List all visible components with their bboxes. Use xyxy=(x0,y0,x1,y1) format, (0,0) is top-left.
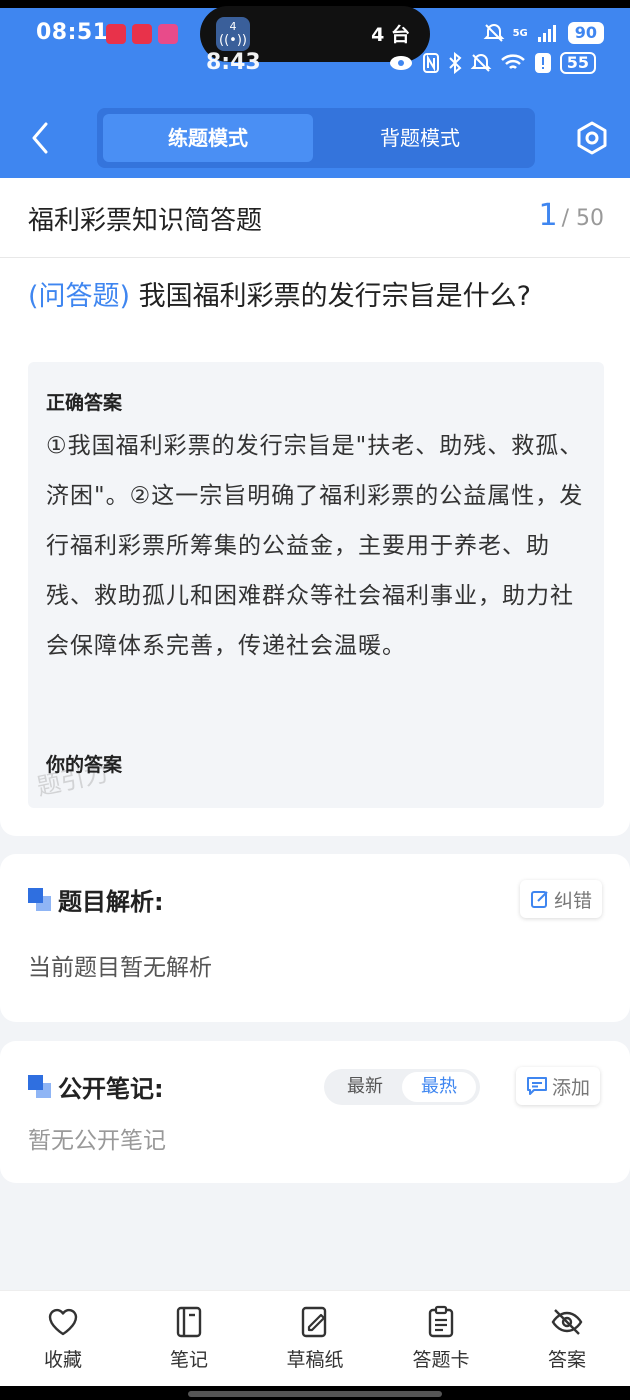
battery-indicator: 90 xyxy=(567,22,604,44)
question-card: (问答题) 我国福利彩票的发行宗旨是什么? 正确答案 ①我国福利彩票的发行宗旨是… xyxy=(0,258,630,836)
home-indicator-area xyxy=(0,1386,630,1400)
answer-sheet-button[interactable]: 答题卡 xyxy=(378,1291,504,1386)
settings-icon[interactable] xyxy=(574,120,610,156)
mode-switch: 练题模式 背题模式 xyxy=(97,108,535,168)
correct-answer-label: 正确答案 xyxy=(46,392,123,414)
island-badge: 4 xyxy=(229,20,237,33)
comment-icon xyxy=(527,1077,547,1095)
notes-sort-toggle: 最新 最热 xyxy=(324,1069,480,1105)
section-square-icon xyxy=(28,1075,52,1099)
secondary-status-icons: 55 xyxy=(388,52,596,74)
app-notification-icon xyxy=(132,24,152,44)
notebook-icon xyxy=(176,1306,202,1338)
show-answer-button[interactable]: 答案 xyxy=(504,1291,630,1386)
wifi-icon xyxy=(500,54,525,69)
signal-icon xyxy=(537,25,556,42)
status-right: 5G 90 xyxy=(483,22,604,44)
notes-title: 公开笔记: xyxy=(58,1075,164,1103)
favorite-label: 收藏 xyxy=(43,1349,82,1371)
report-error-label: 纠错 xyxy=(554,889,593,912)
question-counter: 1/ 50 xyxy=(539,198,605,233)
bottom-toolbar: 收藏 笔记 草稿纸 答题卡 答案 xyxy=(0,1290,630,1386)
status-time: 08:51 xyxy=(36,20,109,45)
secondary-status-bar: 8:43 55 xyxy=(0,50,630,80)
correct-answer-text: ①我国福利彩票的发行宗旨是"扶老、助残、救孤、济困"。②这一宗旨明确了福利彩票的… xyxy=(46,433,584,659)
analysis-empty-text: 当前题目暂无解析 xyxy=(28,955,212,981)
app-notification-icon xyxy=(158,24,178,44)
battery-indicator: 55 xyxy=(559,52,596,74)
answer-sheet-label: 答题卡 xyxy=(412,1349,470,1371)
notification-icons xyxy=(106,24,178,44)
question-body: 我国福利彩票的发行宗旨是什么? xyxy=(138,281,532,312)
notes-button[interactable]: 笔记 xyxy=(126,1291,252,1386)
wave-glyph: ((•)) xyxy=(219,33,247,48)
sort-latest-option[interactable]: 最新 xyxy=(328,1072,402,1102)
add-note-label: 添加 xyxy=(552,1076,591,1099)
current-question-number: 1 xyxy=(538,198,558,233)
mute-bell-icon xyxy=(470,53,492,72)
draft-paper-label: 草稿纸 xyxy=(286,1349,344,1371)
analysis-card: 题目解析: 纠错 当前题目暂无解析 xyxy=(0,854,630,1022)
eye-off-icon xyxy=(551,1309,583,1335)
island-count: 4 台 xyxy=(371,24,410,46)
total-question-count: / 50 xyxy=(561,206,604,231)
secondary-time: 8:43 xyxy=(206,50,261,75)
sort-hot-option[interactable]: 最热 xyxy=(402,1072,476,1102)
analysis-title: 题目解析: xyxy=(58,888,164,916)
favorite-button[interactable]: 收藏 xyxy=(0,1291,126,1386)
notes-empty-text: 暂无公开笔记 xyxy=(28,1128,166,1154)
add-note-button[interactable]: 添加 xyxy=(516,1067,601,1105)
mute-bell-icon xyxy=(483,23,504,42)
tab-memorize-mode[interactable]: 背题模式 xyxy=(315,114,525,162)
section-square-icon xyxy=(28,888,52,912)
notes-card: 公开笔记: 最新 最热 添加 暂无公开笔记 xyxy=(0,1041,630,1183)
broadcast-icon: 4 ((•)) xyxy=(216,17,250,51)
your-answer-label: 你的答案 xyxy=(46,754,123,776)
heart-icon xyxy=(48,1308,78,1336)
draft-paper-button[interactable]: 草稿纸 xyxy=(252,1291,378,1386)
clipboard-icon xyxy=(428,1305,454,1338)
back-arrow-icon[interactable] xyxy=(26,120,56,156)
network-type: 5G xyxy=(512,27,528,39)
answer-box: 正确答案 ①我国福利彩票的发行宗旨是"扶老、助残、救孤、济困"。②这一宗旨明确了… xyxy=(28,362,604,808)
edit-icon xyxy=(531,891,548,908)
question-set-header: 福利彩票知识简答题 1/ 50 xyxy=(0,178,630,258)
eye-icon xyxy=(389,56,412,70)
bluetooth-icon xyxy=(449,52,462,74)
home-indicator[interactable] xyxy=(188,1391,442,1397)
question-text: (问答题) 我国福利彩票的发行宗旨是什么? xyxy=(28,274,608,313)
draft-icon xyxy=(301,1306,327,1338)
nfc-icon xyxy=(422,53,439,73)
show-answer-label: 答案 xyxy=(547,1349,586,1371)
question-type-tag: (问答题) xyxy=(28,281,131,312)
page-title: 福利彩票知识简答题 xyxy=(28,206,263,236)
tab-practice-mode[interactable]: 练题模式 xyxy=(103,114,313,162)
alert-icon xyxy=(534,53,551,73)
notes-label: 笔记 xyxy=(169,1349,208,1371)
report-error-button[interactable]: 纠错 xyxy=(520,880,603,918)
app-notification-icon xyxy=(106,24,126,44)
